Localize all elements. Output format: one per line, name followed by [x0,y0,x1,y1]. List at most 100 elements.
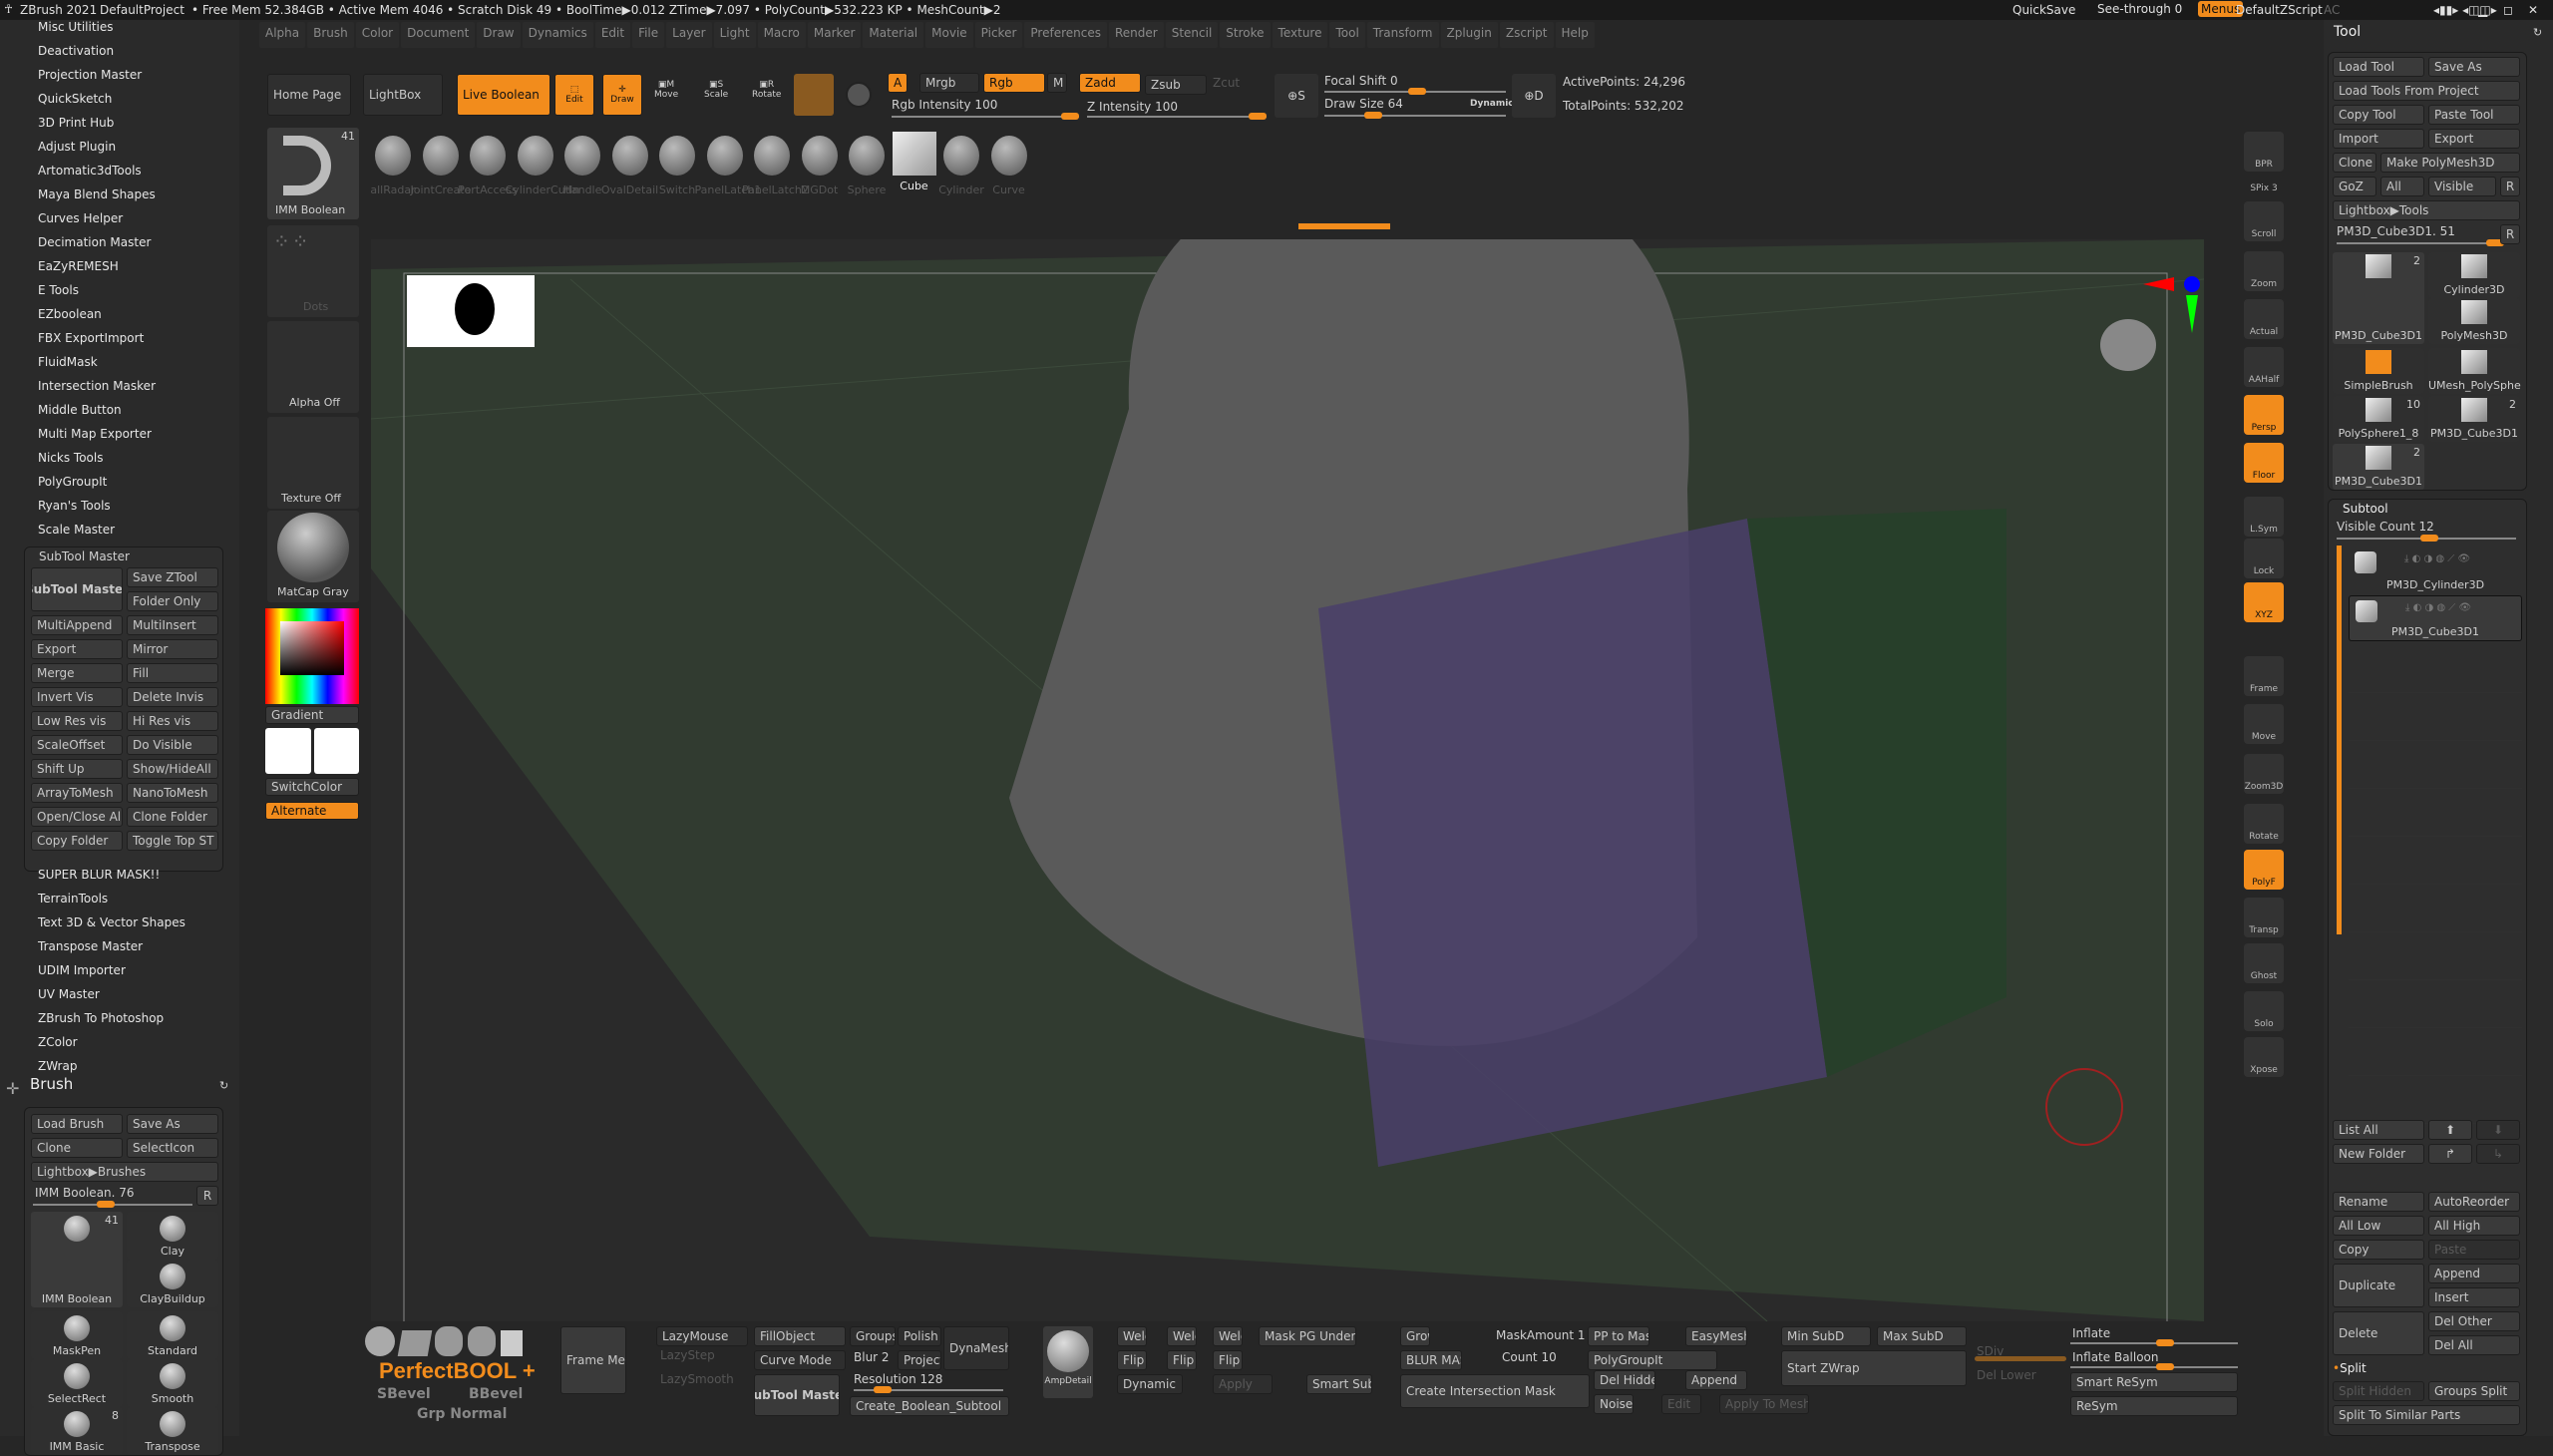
polygroupit-button[interactable]: PolyGroupIt [1588,1350,1717,1370]
subtool-master-copy-folder-button[interactable]: Copy Folder [31,831,123,851]
groups-button[interactable]: Groups [850,1326,896,1346]
pp-to-mask-button[interactable]: PP to Mask [1588,1326,1649,1346]
quicksave-button[interactable]: QuickSave [2012,3,2075,17]
project-button[interactable]: Project [898,1350,941,1370]
menu-tool[interactable]: Tool [1329,22,1365,48]
subtool-master-scaleoffset-button[interactable]: ScaleOffset [31,735,123,755]
copy-tool-button[interactable]: Copy Tool [2333,105,2424,125]
subtool-paste-button[interactable]: Paste [2428,1240,2520,1260]
blur-mask-button[interactable]: BLUR MASK!! [1400,1350,1462,1370]
sphere-primitive-icon[interactable] [365,1326,395,1356]
flip-z-button[interactable]: Flip Z [1213,1350,1243,1370]
inflate-slider[interactable] [2070,1339,2238,1346]
zplugin-item[interactable]: Maya Blend Shapes [38,187,156,201]
subtool-item[interactable]: ⤓ ◐ ◑ ◍ ⟋ 👁 PM3D_Cube3D1 [2349,595,2522,641]
sbevel-button[interactable]: SBevel [377,1386,431,1402]
groups-split-button[interactable]: Groups Split [2428,1381,2520,1401]
rotate-button[interactable]: ▣R Rotate [752,80,781,100]
brush-item[interactable]: Clay [127,1212,218,1260]
subtool-copy-button[interactable]: Copy [2333,1240,2424,1260]
start-zwrap-button[interactable]: Start ZWrap [1781,1350,1967,1386]
shelf-floor-button[interactable]: Floor [2244,443,2284,483]
brush-item[interactable]: ClayBuildup [127,1260,218,1307]
del-all-button[interactable]: Del All [2428,1335,2520,1355]
rgb-intensity-slider[interactable] [892,113,1079,120]
zplugin-item[interactable]: Curves Helper [38,211,123,225]
brush-panel-title[interactable]: Brush [30,1075,73,1093]
tool-item[interactable]: PM3D_Cube3D1 2 [2428,396,2520,442]
append-button[interactable]: Append [2428,1264,2520,1283]
rename-button[interactable]: Rename [2333,1192,2424,1212]
brush-item[interactable]: Smooth [127,1359,218,1407]
load-brush-button[interactable]: Load Brush [31,1114,123,1134]
plane-primitive-icon[interactable] [501,1330,524,1356]
orientation-gizmo[interactable] [2100,319,2156,371]
menu-alpha[interactable]: Alpha [259,22,306,48]
mrgb-toggle[interactable]: Mrgb [919,73,979,93]
noise-edit-button[interactable]: Edit [1661,1394,1701,1414]
zplugin-item[interactable]: QuickSketch [38,92,112,106]
zplugin-item[interactable]: Projection Master [38,68,142,82]
brush-clone-button[interactable]: Clone [31,1138,123,1158]
tool-item[interactable]: SimpleBrush [2333,348,2424,394]
easymesh-button[interactable]: EasyMesh [1685,1326,1747,1346]
current-insert-brush[interactable]: 41 IMM Boolean [267,128,359,219]
zplugin-item[interactable]: Adjust Plugin [38,140,116,154]
zplugin-item[interactable]: UDIM Importer [38,963,126,977]
subtool-master-multiinsert-button[interactable]: MultiInsert [127,615,218,635]
cylinder-primitive-icon[interactable] [435,1326,464,1356]
duplicate-button[interactable]: Duplicate [2333,1264,2424,1307]
weldx-button[interactable]: WeldX [1117,1326,1147,1346]
bbevel-button[interactable]: BBevel [469,1386,523,1402]
inflate-balloon-slider[interactable] [2070,1363,2238,1370]
zplugin-item[interactable]: E Tools [38,283,79,297]
count-slider[interactable]: Count 10 [1502,1350,1557,1364]
zplugin-item[interactable]: SUPER BLUR MASK!! [38,868,160,882]
menu-document[interactable]: Document [401,22,476,48]
mask-pg-under-cursor-button[interactable]: Mask PG Under Cursor [1259,1326,1356,1346]
tool-r-button[interactable]: R [2500,224,2520,244]
zplugin-item[interactable]: ZWrap [38,1059,77,1073]
create-intersection-mask-button[interactable]: Create Intersection Mask [1400,1374,1590,1408]
subtool-master-do-visible-button[interactable]: Do Visible [127,735,218,755]
import-button[interactable]: Import [2333,129,2424,149]
subtool-master-shift-up-button[interactable]: Shift Up [31,759,123,779]
shelf-aahalf-button[interactable]: AAHalf [2244,347,2284,387]
all-low-button[interactable]: All Low [2333,1216,2424,1236]
menu-macro[interactable]: Macro [757,22,806,48]
visible-count-slider[interactable] [2337,535,2516,542]
shelf-xyz-button[interactable]: XYZ [2244,582,2284,622]
zplugin-item[interactable]: 3D Print Hub [38,116,114,130]
brush-item[interactable]: IMM Basic 8 [31,1407,123,1455]
shelf-lock-button[interactable]: Lock [2244,539,2284,578]
auto-reorder-button[interactable]: AutoReorder [2428,1192,2520,1212]
subtool-master-bottom-button[interactable]: SubTool Master [754,1374,840,1416]
split-hidden-button[interactable]: Split Hidden [2333,1381,2424,1401]
zplugin-item[interactable]: Intersection Masker [38,379,156,393]
dynamic-button[interactable]: Dynamic [1117,1374,1183,1394]
paste-tool-button[interactable]: Paste Tool [2428,105,2520,125]
shelf-ghost-button[interactable]: Ghost [2244,943,2284,983]
zplugin-item[interactable]: Middle Button [38,403,122,417]
menu-picker[interactable]: Picker [974,22,1023,48]
maximize-icon[interactable]: ◻ [2503,3,2513,17]
folder-up-icon[interactable]: ↱ [2428,1144,2472,1164]
zplugin-item[interactable]: TerrainTools [38,892,108,906]
shelf-scroll-button[interactable]: Scroll [2244,201,2284,241]
smart-resym-button[interactable]: Smart ReSym [2070,1372,2238,1392]
subtool-item[interactable]: ⤓ ◐ ◑ ◍ ⟋ 👁 PM3D_Cylinder3D [2349,547,2522,593]
smart-subdiv-button[interactable]: Smart Subdiv [1306,1374,1372,1394]
shelf-transp-button[interactable]: Transp [2244,898,2284,937]
menu-movie[interactable]: Movie [925,22,973,48]
brush-item[interactable]: SelectRect [31,1359,123,1407]
color-picker[interactable] [265,608,359,704]
shelf-xpose-button[interactable]: Xpose [2244,1037,2284,1077]
sdiv-track[interactable] [1975,1356,2066,1361]
cube-primitive-icon[interactable] [397,1330,433,1356]
m-toggle[interactable]: M [1047,73,1067,93]
tool-save-as-button[interactable]: Save As [2428,57,2520,77]
home-page-button[interactable]: Home Page [267,74,351,116]
apply-button[interactable]: Apply [1213,1374,1273,1394]
frame-mesh-button[interactable]: Frame Mesh [560,1326,626,1394]
menu-edit[interactable]: Edit [594,22,631,48]
